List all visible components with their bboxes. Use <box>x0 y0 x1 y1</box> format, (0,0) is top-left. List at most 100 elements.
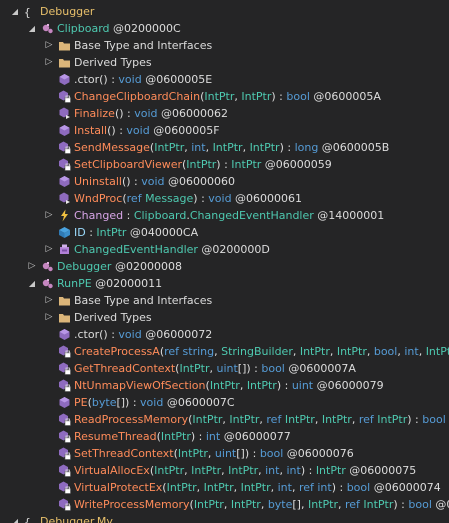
tree-node[interactable]: ▷ Base Type and Interfaces <box>0 37 449 54</box>
tree-node[interactable]: Uninstall() : void @06000060 <box>0 173 449 190</box>
tree-node[interactable]: ▷ Derived Types <box>0 309 449 326</box>
tree-node-label: Finalize() : void @06000062 <box>74 105 228 122</box>
tree-node-label: SetClipboardViewer(IntPtr) : IntPtr @060… <box>74 156 332 173</box>
tree-node[interactable]: Install() : void @0600005F <box>0 122 449 139</box>
folder-icon <box>58 311 71 324</box>
tree-node-label: Debugger <box>40 3 94 20</box>
tree-node[interactable]: ◢ { }Debugger <box>0 3 449 20</box>
tree-node[interactable]: ▷ ChangedEventHandler @0200000D <box>0 241 449 258</box>
tree-node-label: Install() : void @0600005F <box>74 122 220 139</box>
label-segment: Message <box>145 192 194 205</box>
label-segment: bool <box>422 413 446 426</box>
tree-node[interactable]: .ctor() : void @06000072 <box>0 326 449 343</box>
label-segment: : <box>123 209 134 222</box>
collapse-arrow-icon[interactable]: ◢ <box>10 513 20 523</box>
tree-node[interactable]: GetThreadContext(IntPtr, uint[]) : bool … <box>0 360 449 377</box>
tree-node[interactable]: .ctor() : void @0600005E <box>0 71 449 88</box>
tree-node[interactable]: SetThreadContext(IntPtr, uint[]) : bool … <box>0 445 449 462</box>
label-segment: void <box>126 124 150 137</box>
method-private-icon <box>58 430 71 443</box>
tree-node-label: WriteProcessMemory(IntPtr, IntPtr, byte[… <box>74 496 449 513</box>
tree-node[interactable]: ▷ Base Type and Interfaces <box>0 292 449 309</box>
tree-node[interactable]: ▷ Derived Types <box>0 54 449 71</box>
label-segment: , <box>223 498 231 511</box>
method-private-icon <box>58 464 71 477</box>
label-segment: IntPtr <box>228 464 259 477</box>
tree-node[interactable]: ◢ { }Debugger.My <box>0 513 449 523</box>
collapse-arrow-icon[interactable]: ◢ <box>10 3 20 20</box>
label-segment: @0200000C <box>109 22 181 35</box>
label-segment: @0 <box>435 498 449 511</box>
expand-arrow-icon[interactable]: ▷ <box>44 309 54 326</box>
label-segment: () : <box>121 175 142 188</box>
label-segment: byte <box>267 498 293 511</box>
label-segment: @14000001 <box>313 209 385 222</box>
label-segment: []) : <box>237 362 262 375</box>
tree-node[interactable]: VirtualProtectEx(IntPtr, IntPtr, IntPtr,… <box>0 479 449 496</box>
label-segment: IntPtr <box>246 379 277 392</box>
tree-node[interactable]: ▷ Changed : Clipboard.ChangedEventHandler… <box>0 207 449 224</box>
class-icon <box>41 22 54 35</box>
label-segment: , <box>329 345 337 358</box>
collapse-arrow-icon[interactable]: ◢ <box>27 20 37 37</box>
tree-node[interactable]: ID : IntPtr @040000CA <box>0 224 449 241</box>
tree-node[interactable]: ChangeClipboardChain(IntPtr, IntPtr) : b… <box>0 88 449 105</box>
collapse-arrow-icon[interactable]: ◢ <box>27 275 37 292</box>
label-segment: Uninstall <box>74 175 122 188</box>
label-segment: ChangedEventHandler <box>74 243 198 256</box>
tree-node[interactable]: ▷ Debugger @02000008 <box>0 258 449 275</box>
label-segment: Base Type and Interfaces <box>74 294 213 307</box>
label-segment: void <box>118 328 142 341</box>
expand-arrow-icon[interactable]: ▷ <box>44 54 54 71</box>
tree-node[interactable]: SendMessage(IntPtr, int, IntPtr, IntPtr)… <box>0 139 449 156</box>
tree-node[interactable]: ResumeThread(IntPtr) : int @06000077 <box>0 428 449 445</box>
expand-arrow-icon[interactable]: ▷ <box>27 258 37 275</box>
label-segment: void <box>140 396 164 409</box>
label-segment: @06000074 <box>370 481 441 494</box>
label-segment: IntPtr <box>315 464 346 477</box>
tree-node[interactable]: CreateProcessA(ref string, StringBuilder… <box>0 343 449 360</box>
label-segment: IntPtr <box>230 498 261 511</box>
label-segment: RunPE <box>57 277 92 290</box>
label-segment: ref string <box>164 345 215 358</box>
tree-node-label: .ctor() : void @0600005E <box>74 71 212 88</box>
label-segment: ) : <box>216 158 232 171</box>
tree-node[interactable]: ◢ Clipboard @0200000C <box>0 20 449 37</box>
label-segment: []) : <box>236 447 260 460</box>
label-segment: SetThreadContext <box>74 447 174 460</box>
label-segment: ID <box>74 226 86 239</box>
label-segment: int <box>286 464 301 477</box>
tree-node[interactable]: VirtualAllocEx(IntPtr, IntPtr, IntPtr, i… <box>0 462 449 479</box>
tree-node-label: VirtualAllocEx(IntPtr, IntPtr, IntPtr, i… <box>74 462 416 479</box>
tree-node[interactable]: ◢ RunPE @02000011 <box>0 275 449 292</box>
tree-node[interactable]: SetClipboardViewer(IntPtr) : IntPtr @060… <box>0 156 449 173</box>
expand-arrow-icon[interactable]: ▷ <box>44 207 54 224</box>
method-private-icon <box>58 498 71 511</box>
expand-arrow-icon[interactable]: ▷ <box>44 241 54 258</box>
tree-node[interactable]: WndProc(ref Message) : void @06000061 <box>0 190 449 207</box>
label-segment: void <box>141 175 165 188</box>
label-segment: () : <box>99 328 119 341</box>
tree-node[interactable]: NtUnmapViewOfSection(IntPtr, IntPtr) : u… <box>0 377 449 394</box>
label-segment: ) : <box>276 379 292 392</box>
expand-arrow-icon[interactable]: ▷ <box>44 37 54 54</box>
method-public-icon <box>58 328 71 341</box>
method-private-icon <box>58 141 71 154</box>
label-segment: IntPtr <box>193 498 224 511</box>
label-segment: bool <box>286 90 310 103</box>
tree-node-label: RunPE @02000011 <box>57 275 162 292</box>
tree-node[interactable]: WriteProcessMemory(IntPtr, IntPtr, byte[… <box>0 496 449 513</box>
label-segment: SendMessage <box>74 141 150 154</box>
tree-node[interactable]: Finalize() : void @06000062 <box>0 105 449 122</box>
label-segment: CreateProcessA <box>74 345 160 358</box>
expand-arrow-icon[interactable]: ▷ <box>44 292 54 309</box>
tree-node-label: Derived Types <box>74 54 152 71</box>
label-segment: IntPtr <box>186 158 217 171</box>
label-segment: int <box>191 141 206 154</box>
tree-node[interactable]: ReadProcessMemory(IntPtr, IntPtr, ref In… <box>0 411 449 428</box>
method-private-icon <box>58 345 71 358</box>
tree-node[interactable]: PE(byte[]) : void @0600007C <box>0 394 449 411</box>
label-segment: , <box>242 141 250 154</box>
label-segment: .ctor <box>74 328 100 341</box>
svg-text:{ }: { } <box>24 516 37 523</box>
